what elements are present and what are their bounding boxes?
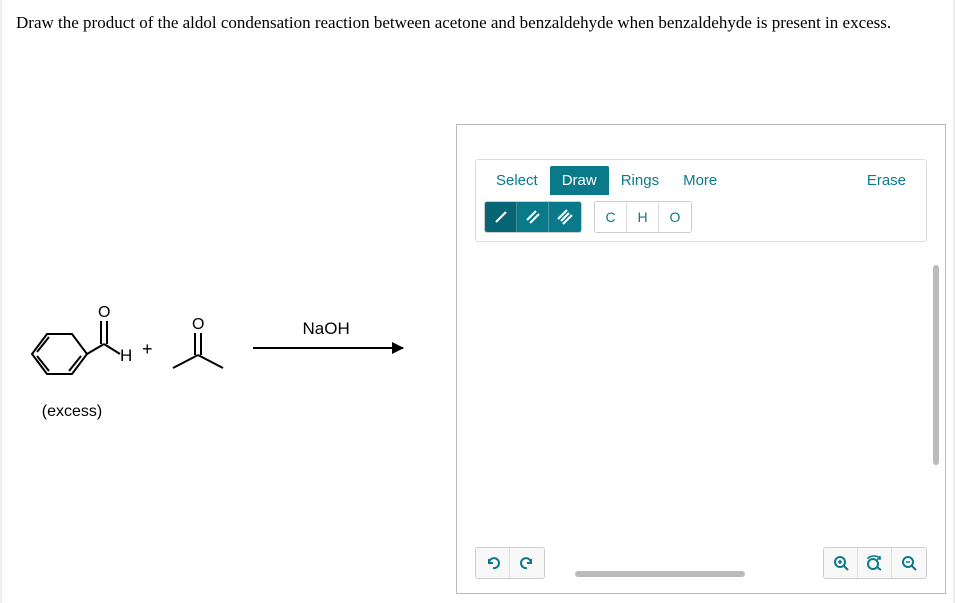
zoom-group: [823, 547, 927, 579]
erase-button[interactable]: Erase: [855, 166, 918, 195]
undo-icon: [485, 555, 501, 571]
reaction-scheme: O H (excess) + O NaOH: [12, 290, 432, 430]
zoom-out-button[interactable]: [892, 548, 926, 578]
atom-o-button[interactable]: O: [659, 202, 691, 232]
tab-select[interactable]: Select: [484, 166, 550, 195]
zoom-reset-icon: [866, 555, 884, 571]
benzaldehyde-structure: O H: [12, 299, 132, 399]
reactant-acetone: O: [163, 313, 233, 383]
bottom-controls: [475, 547, 927, 579]
plus-sign: +: [142, 339, 153, 360]
reagent-label: NaOH: [303, 319, 350, 339]
undo-button[interactable]: [476, 548, 510, 578]
bond-tool-group: [484, 201, 582, 233]
zoom-in-icon: [833, 555, 849, 571]
svg-text:O: O: [98, 304, 110, 321]
aldehyde-h: H: [120, 346, 132, 365]
question-text: Draw the product of the aldol condensati…: [2, 0, 953, 36]
triple-bond-icon: [557, 209, 573, 225]
atom-tool-group: C H O: [594, 201, 692, 233]
structure-editor[interactable]: Select Draw Rings More Erase C H: [456, 124, 946, 594]
single-bond-button[interactable]: [485, 202, 517, 232]
single-bond-icon: [493, 209, 509, 225]
tab-rings[interactable]: Rings: [609, 166, 671, 195]
undo-redo-group: [475, 547, 545, 579]
atom-h-button[interactable]: H: [627, 202, 659, 232]
tab-more[interactable]: More: [671, 166, 729, 195]
double-bond-icon: [525, 209, 541, 225]
svg-text:O: O: [192, 316, 204, 333]
editor-toolbar: Select Draw Rings More Erase C H: [475, 159, 927, 242]
double-bond-button[interactable]: [517, 202, 549, 232]
acetone-structure: O: [163, 313, 233, 383]
redo-button[interactable]: [510, 548, 544, 578]
redo-icon: [519, 555, 535, 571]
reactant-benzaldehyde: O H (excess): [12, 299, 132, 421]
excess-label: (excess): [42, 403, 102, 421]
horizontal-scrollbar[interactable]: [575, 571, 745, 577]
vertical-scrollbar[interactable]: [933, 265, 939, 465]
zoom-in-button[interactable]: [824, 548, 858, 578]
zoom-reset-button[interactable]: [858, 548, 892, 578]
zoom-out-icon: [901, 555, 917, 571]
atom-c-button[interactable]: C: [595, 202, 627, 232]
tab-draw[interactable]: Draw: [550, 166, 609, 195]
reaction-arrow: NaOH: [253, 347, 403, 349]
triple-bond-button[interactable]: [549, 202, 581, 232]
